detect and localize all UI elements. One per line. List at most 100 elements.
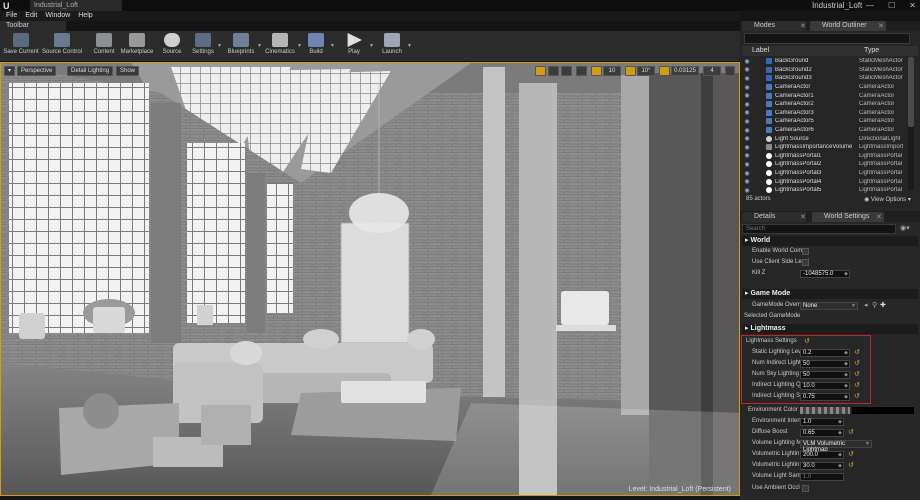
tab-world-outliner[interactable]: World Outliner: [810, 21, 886, 31]
close-icon[interactable]: ✕: [878, 22, 884, 30]
cinematics-dropdown-icon[interactable]: ▼: [297, 43, 302, 49]
tab-modes[interactable]: Modes: [742, 21, 806, 31]
launch-button[interactable]: Launch: [378, 33, 406, 61]
scale-snap-dropdown[interactable]: 0.03125: [671, 66, 699, 76]
eye-icon[interactable]: ◉: [742, 170, 752, 177]
prop-selected-gamemode[interactable]: Selected GameMode: [742, 312, 918, 321]
eye-icon[interactable]: ◉: [742, 152, 752, 159]
perspective-button[interactable]: Perspective: [17, 66, 57, 76]
eye-icon[interactable]: ◉: [742, 101, 752, 108]
document-tab[interactable]: Industrial_Loft: [30, 0, 122, 11]
minimize-button[interactable]: —: [866, 0, 874, 11]
eye-icon[interactable]: ◉: [742, 144, 752, 151]
list-item[interactable]: ◉ LightmassImportanceVolume LightmassImpor…: [742, 143, 906, 152]
translate-mode-icon[interactable]: [535, 66, 546, 76]
save-current-button[interactable]: Save Current: [3, 33, 39, 61]
list-item[interactable]: ◉ CameraActor1 CameraActor: [742, 91, 906, 100]
scale-mode-icon[interactable]: [561, 66, 572, 76]
volume-light-sample-field[interactable]: 1.0: [800, 472, 844, 481]
category-world[interactable]: ▸ World: [742, 236, 918, 246]
volume-lighting-method-select[interactable]: VLM Volumetric Lightmap ▼: [800, 439, 872, 453]
marketplace-button[interactable]: Marketplace: [120, 33, 154, 61]
outliner-search-input[interactable]: [744, 33, 910, 44]
tab-details[interactable]: Details: [742, 212, 806, 222]
list-item[interactable]: ◉ LightmassPortal1 LightmassPortal: [742, 152, 906, 161]
environment-intensity-field[interactable]: 1.0 ◆: [800, 417, 844, 426]
diffuse-boost-field[interactable]: 0.65 ◆: [800, 428, 844, 437]
settings-dropdown-icon[interactable]: ▼: [217, 43, 222, 49]
build-dropdown-icon[interactable]: ▼: [330, 43, 335, 49]
scale-snap-icon[interactable]: [659, 66, 670, 76]
blueprints-button[interactable]: Blueprints: [226, 33, 256, 61]
eye-icon[interactable]: ◉: [742, 161, 752, 168]
details-search-input[interactable]: Search: [742, 224, 896, 234]
close-icon[interactable]: ✕: [800, 22, 806, 30]
environment-color-value[interactable]: [852, 407, 914, 414]
content-button[interactable]: Content: [92, 33, 116, 61]
menu-file[interactable]: File: [6, 11, 17, 21]
browse-icon[interactable]: ◂: [864, 301, 868, 310]
column-type-header[interactable]: Type: [864, 47, 879, 54]
search-icon[interactable]: ⚲: [872, 301, 877, 310]
maximize-viewport-icon[interactable]: [725, 66, 735, 76]
menu-window[interactable]: Window: [45, 11, 70, 21]
view-options-button[interactable]: ◉ View Options ▾: [864, 196, 911, 203]
camera-speed-dropdown[interactable]: 4: [703, 66, 721, 76]
list-item[interactable]: ◉ LightmassPortal5 LightmassPortal: [742, 186, 906, 195]
close-icon[interactable]: ✕: [876, 213, 882, 221]
eye-icon[interactable]: ◉: [742, 118, 752, 125]
world-local-icon[interactable]: [576, 66, 587, 76]
list-item[interactable]: ◉ CameraActor2 CameraActor: [742, 100, 906, 109]
reset-icon[interactable]: ↺: [848, 450, 854, 459]
launch-dropdown-icon[interactable]: ▼: [407, 43, 412, 49]
outliner-scroll-thumb[interactable]: [908, 57, 914, 127]
rotation-snap-dropdown[interactable]: 10°: [637, 66, 655, 76]
client-side-level-checkbox[interactable]: [802, 259, 809, 266]
eye-icon[interactable]: ◉▾: [900, 224, 910, 232]
column-label-header[interactable]: Label: [752, 47, 769, 54]
reset-icon[interactable]: ↺: [848, 461, 854, 470]
viewport-options-dropdown[interactable]: ▾: [4, 66, 16, 76]
list-item[interactable]: ◉ Light Source DirectionalLight: [742, 134, 906, 143]
rotation-snap-icon[interactable]: [625, 66, 636, 76]
maximize-button[interactable]: ☐: [888, 0, 895, 11]
eye-icon[interactable]: ◉: [742, 135, 752, 142]
enable-world-composition-checkbox[interactable]: [802, 248, 809, 255]
show-button[interactable]: Show: [116, 66, 140, 76]
source-button[interactable]: Source: [160, 33, 184, 61]
list-item[interactable]: ◉ LightmassPortal2 LightmassPortal: [742, 160, 906, 169]
eye-icon[interactable]: ◉: [742, 109, 752, 116]
eye-icon[interactable]: ◉: [742, 66, 752, 73]
eye-icon[interactable]: ◉: [742, 127, 752, 134]
view-mode-button[interactable]: Detail Lighting: [67, 66, 114, 76]
eye-icon[interactable]: ◉: [742, 75, 752, 82]
menu-edit[interactable]: Edit: [25, 11, 37, 21]
volumetric-lighting-brick-field[interactable]: 30.0 ◆: [800, 461, 844, 470]
play-button[interactable]: Play: [342, 33, 366, 61]
list-item[interactable]: ◉ BackGround3 StaticMeshActor: [742, 74, 906, 83]
list-item[interactable]: ◉ CameraActor CameraActor: [742, 83, 906, 92]
volumetric-lighting-detail-field[interactable]: 200.0 ◆: [800, 450, 844, 459]
kill-z-field[interactable]: -1048575.0 ◆: [800, 269, 850, 278]
play-dropdown-icon[interactable]: ▼: [369, 43, 374, 49]
rotate-mode-icon[interactable]: [548, 66, 559, 76]
list-item[interactable]: ◉ CameraActor3 CameraActor: [742, 109, 906, 118]
list-item[interactable]: ◉ LightmassPortal3 LightmassPortal: [742, 169, 906, 178]
toolbar-tab[interactable]: Toolbar: [0, 21, 66, 31]
grid-snap-icon[interactable]: [591, 66, 602, 76]
source-control-button[interactable]: Source Control: [42, 33, 82, 61]
list-item[interactable]: ◉ CameraActor6 CameraActor: [742, 126, 906, 135]
eye-icon[interactable]: ◉: [742, 92, 752, 99]
level-viewport[interactable]: ▾ Perspective Detail Lighting Show 10 10…: [0, 62, 740, 496]
category-lightmass[interactable]: ▸ Lightmass: [742, 324, 918, 334]
tab-world-settings[interactable]: World Settings: [812, 212, 884, 222]
close-button[interactable]: ✕: [909, 0, 916, 11]
eye-icon[interactable]: ◉: [742, 178, 752, 185]
eye-icon[interactable]: ◉: [742, 187, 752, 194]
list-item[interactable]: ◉ CameraActor5 CameraActor: [742, 117, 906, 126]
environment-color-swatch[interactable]: [800, 407, 850, 414]
grid-size-dropdown[interactable]: 10: [603, 66, 621, 76]
list-item[interactable]: ◉ BackGround2 StaticMeshActor: [742, 66, 906, 75]
build-button[interactable]: Build: [304, 33, 328, 61]
settings-button[interactable]: Settings: [190, 33, 216, 61]
